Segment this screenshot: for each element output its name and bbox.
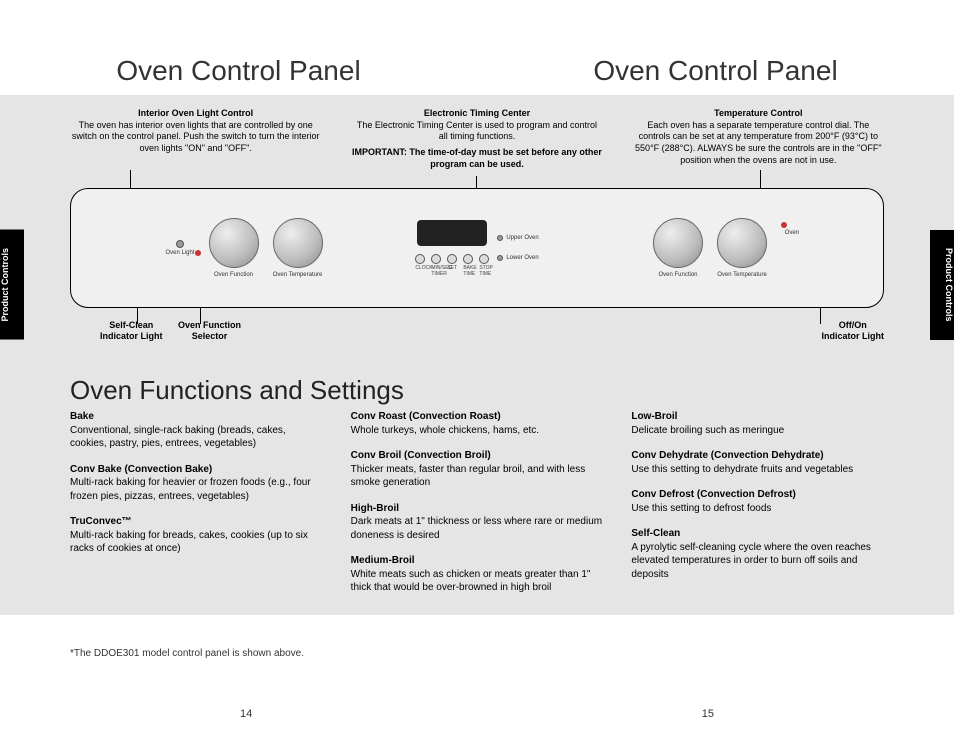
callout-title: Electronic Timing Center — [351, 108, 602, 120]
header-right: Oven Control Panel — [477, 55, 954, 87]
function-item: Conv Bake (Convection Bake)Multi-rack ba… — [70, 463, 323, 504]
callout-interior-light: Interior Oven Light Control The oven has… — [70, 108, 321, 170]
dial-caption: Oven Temperature — [717, 272, 767, 278]
btn-label: CLOCK — [415, 265, 425, 277]
function-item: Conv Defrost (Convection Defrost)Use thi… — [631, 488, 884, 515]
side-tab-right: Product Controls — [930, 230, 954, 340]
function-item: BakeConventional, single-rack baking (br… — [70, 410, 323, 451]
lower-oven-label: Lower Oven — [506, 255, 538, 261]
function-item: High-BroilDark meats at 1" thickness or … — [351, 502, 604, 543]
page-number-left: 14 — [240, 708, 252, 720]
function-item: Conv Dehydrate (Convection Dehydrate)Use… — [631, 449, 884, 476]
functions-columns: BakeConventional, single-rack baking (br… — [70, 410, 884, 607]
function-dial-left — [209, 218, 259, 268]
callout-title: Temperature Control — [633, 108, 884, 120]
callout-important: IMPORTANT: The time-of-day must be set b… — [351, 147, 602, 170]
btn-label: STOP TIME — [479, 265, 489, 277]
function-item: Medium-BroilWhite meats such as chicken … — [351, 554, 604, 595]
lcd-display — [417, 220, 487, 246]
functions-col-3: Low-BroilDelicate broiling such as merin… — [631, 410, 884, 607]
leader-line — [476, 176, 477, 188]
temperature-dial-left — [273, 218, 323, 268]
timing-center-group: CLOCK MIN/SEC TIMER SET BAKE TIME STOP T… — [407, 220, 547, 277]
callout-title: Interior Oven Light Control — [70, 108, 321, 120]
header-left: Oven Control Panel — [0, 55, 477, 87]
page-number-right: 15 — [702, 708, 714, 720]
callout-timing-center: Electronic Timing Center The Electronic … — [351, 108, 602, 170]
oven-light-label: Oven Light — [165, 250, 194, 256]
timing-button-row — [415, 254, 489, 264]
function-item: Conv Broil (Convection Broil)Thicker mea… — [351, 449, 604, 490]
clock-button — [415, 254, 425, 264]
temperature-dial-right — [717, 218, 767, 268]
on-indicator — [781, 222, 787, 228]
oven-function-selector-label: Oven Function Selector — [178, 320, 241, 342]
dial-caption: Oven Function — [658, 272, 697, 278]
function-item: Self-CleanA pyrolytic self-cleaning cycl… — [631, 527, 884, 581]
leader-line — [760, 170, 761, 188]
btn-label: SET — [447, 265, 457, 277]
callout-body: The oven has interior oven lights that a… — [70, 120, 321, 155]
stop-time-button — [479, 254, 489, 264]
upper-oven-label: Upper Oven — [506, 235, 538, 241]
control-panel: Oven Light Oven Function Oven Temperatur… — [70, 188, 884, 308]
function-item: Low-BroilDelicate broiling such as merin… — [631, 410, 884, 437]
function-item: TruConvec™Multi-rack baking for breads, … — [70, 515, 323, 556]
functions-section-title: Oven Functions and Settings — [70, 375, 404, 406]
dial-caption: Oven Function — [214, 272, 253, 278]
btn-label: BAKE TIME — [463, 265, 473, 277]
minsec-button — [431, 254, 441, 264]
leader-line — [130, 170, 131, 188]
on-indicator-label: Oven — [785, 230, 799, 236]
left-oven-group: Oven Light Oven Function Oven Temperatur… — [81, 218, 407, 278]
self-clean-indicator — [195, 250, 201, 256]
footnote: *The DDOE301 model control panel is show… — [70, 648, 304, 659]
bake-time-button — [463, 254, 473, 264]
function-dial-right — [653, 218, 703, 268]
btn-label: MIN/SEC TIMER — [431, 265, 441, 277]
lower-oven-switch — [497, 255, 503, 261]
oven-light-switch — [176, 240, 184, 248]
function-item: Conv Roast (Convection Roast)Whole turke… — [351, 410, 604, 437]
side-tab-left: Product Controls — [0, 230, 24, 340]
set-button — [447, 254, 457, 264]
callout-row: Interior Oven Light Control The oven has… — [70, 108, 884, 170]
dial-caption: Oven Temperature — [273, 272, 323, 278]
page-header: Oven Control Panel Oven Control Panel — [0, 55, 954, 87]
upper-oven-switch — [497, 235, 503, 241]
functions-col-1: BakeConventional, single-rack baking (br… — [70, 410, 323, 607]
off-on-indicator-label: Off/On Indicator Light — [822, 320, 885, 342]
right-oven-group: Oven Function Oven Temperature Oven — [547, 218, 873, 278]
callout-temperature: Temperature Control Each oven has a sepa… — [633, 108, 884, 170]
self-clean-indicator-label: Self-Clean Indicator Light — [100, 320, 163, 342]
callout-body: The Electronic Timing Center is used to … — [351, 120, 602, 143]
functions-col-2: Conv Roast (Convection Roast)Whole turke… — [351, 410, 604, 607]
callout-body: Each oven has a separate temperature con… — [633, 120, 884, 167]
